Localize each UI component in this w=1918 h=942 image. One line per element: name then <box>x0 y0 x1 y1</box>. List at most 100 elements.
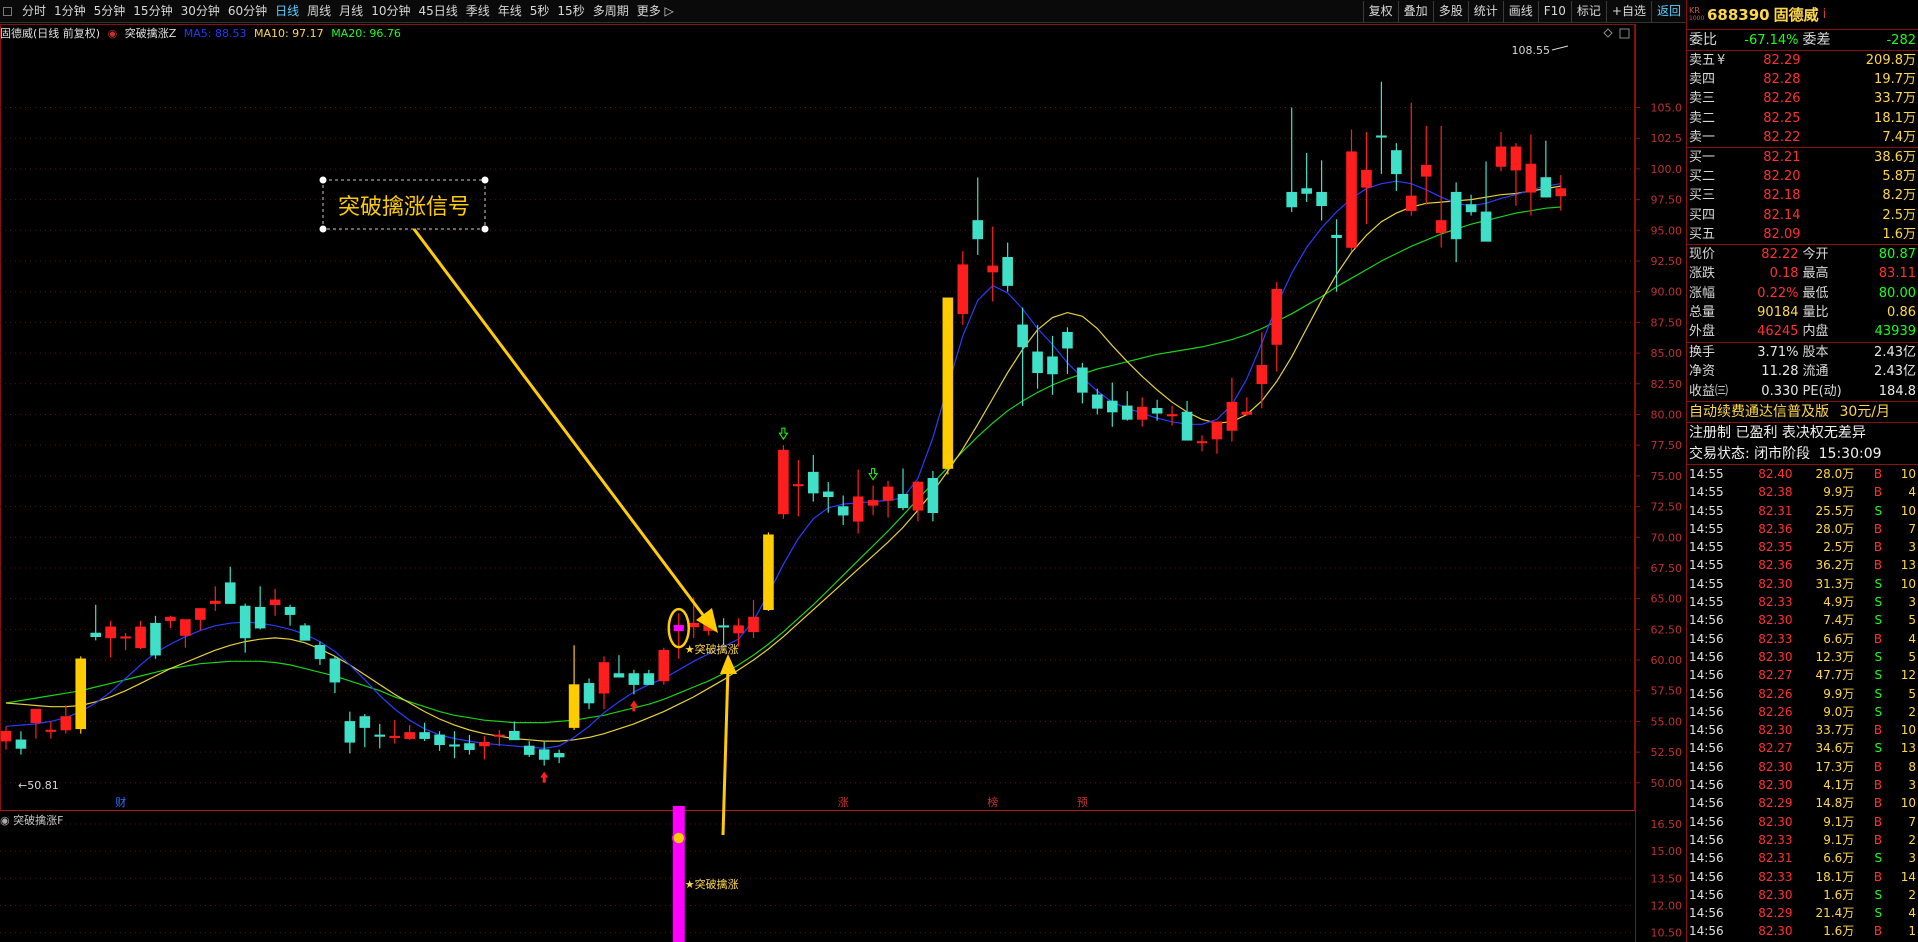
candle-body[interactable] <box>523 745 535 755</box>
candle-body[interactable] <box>763 534 774 610</box>
candle-body[interactable] <box>987 265 999 273</box>
candle-body[interactable] <box>942 297 954 469</box>
candle-body[interactable] <box>105 626 116 639</box>
sub-formula-icon[interactable]: ◉ <box>0 814 10 827</box>
candle-body[interactable] <box>239 605 251 639</box>
tab-period-14[interactable]: 15秒 <box>553 0 588 23</box>
tick-row[interactable]: 14:56 82.30 17.3万 B 8 <box>1687 758 1918 776</box>
event-marker[interactable]: 涨 <box>838 796 849 809</box>
tab-period-1[interactable]: 1分钟 <box>50 0 90 23</box>
candle-body[interactable] <box>1540 177 1552 198</box>
candle-body[interactable] <box>0 730 12 742</box>
tick-row[interactable]: 14:55 82.30 31.3万 S 10 <box>1687 575 1918 593</box>
candle-body[interactable] <box>1166 414 1178 417</box>
candle-body[interactable] <box>224 582 236 604</box>
tick-row[interactable]: 14:55 82.36 28.0万 B 7 <box>1687 520 1918 538</box>
candle-body[interactable] <box>419 732 430 739</box>
tick-row[interactable]: 14:56 82.30 4.1万 B 3 <box>1687 776 1918 794</box>
candle-body[interactable] <box>180 619 191 636</box>
candle-body[interactable] <box>314 644 326 660</box>
candle-body[interactable] <box>1151 408 1163 414</box>
candle-body[interactable] <box>643 673 655 685</box>
candle-body[interactable] <box>1480 211 1492 242</box>
candle-body[interactable] <box>1555 188 1567 197</box>
info-icon[interactable]: i <box>1823 7 1827 22</box>
toolbar-button-6[interactable]: 标记 <box>1570 1 1606 22</box>
candle-body[interactable] <box>195 608 206 620</box>
candle-body[interactable] <box>1241 411 1253 415</box>
candle-body[interactable] <box>568 684 580 728</box>
tab-period-15[interactable]: 多周期 <box>589 0 633 23</box>
candle-body[interactable] <box>837 506 849 516</box>
candle-body[interactable] <box>508 730 520 741</box>
tab-period-12[interactable]: 年线 <box>494 0 526 23</box>
tab-period-2[interactable]: 5分钟 <box>90 0 130 23</box>
tick-row[interactable]: 14:56 82.30 7.4万 S 5 <box>1687 611 1918 629</box>
candle-body[interactable] <box>1435 220 1447 234</box>
tab-period-11[interactable]: 季线 <box>462 0 494 23</box>
promo-text[interactable]: 自动续费通达信普及版 <box>1689 404 1829 420</box>
candle-body[interactable] <box>1211 421 1223 440</box>
tick-row[interactable]: 14:56 82.26 9.0万 S 2 <box>1687 703 1918 721</box>
bid-row[interactable]: 买三 82.18 8.2万 <box>1687 186 1918 205</box>
candle-body[interactable] <box>1017 324 1028 348</box>
candle-body[interactable] <box>299 625 311 641</box>
candle-body[interactable] <box>957 264 969 315</box>
ask-row[interactable]: 卖五 ¥ 82.29 209.8万 <box>1687 51 1918 70</box>
bid-row[interactable]: 买四 82.14 2.5万 <box>1687 206 1918 225</box>
candle-body[interactable] <box>628 673 640 685</box>
tick-row[interactable]: 14:56 82.33 18.1万 B 14 <box>1687 868 1918 886</box>
tick-row[interactable]: 14:56 82.29 21.4万 S 4 <box>1687 904 1918 922</box>
candle-body[interactable] <box>1525 163 1537 193</box>
tab-period-5[interactable]: 60分钟 <box>224 0 271 23</box>
formula-dropdown-icon[interactable]: ◉ <box>108 27 118 40</box>
toolbar-button-4[interactable]: 画线 <box>1502 1 1538 22</box>
toolbar-button-8[interactable]: 返回 <box>1650 1 1686 22</box>
candle-body[interactable] <box>583 683 595 704</box>
candle-body[interactable] <box>135 626 146 649</box>
tick-row[interactable]: 14:56 82.30 1.6万 B 1 <box>1687 922 1918 940</box>
candle-body[interactable] <box>165 616 176 622</box>
toolbar-button-7[interactable]: +自选 <box>1605 1 1651 22</box>
candle-body[interactable] <box>1032 351 1043 374</box>
tick-row[interactable]: 14:56 82.33 6.6万 B 4 <box>1687 630 1918 648</box>
candle-body[interactable] <box>464 743 475 750</box>
candle-body[interactable] <box>553 753 565 758</box>
tick-row[interactable]: 14:56 82.30 9.1万 B 7 <box>1687 813 1918 831</box>
candle-body[interactable] <box>1331 234 1342 238</box>
tick-row[interactable]: 14:55 82.31 25.5万 S 10 <box>1687 502 1918 520</box>
ask-row[interactable]: 卖三 82.26 33.7万 <box>1687 89 1918 108</box>
tab-period-9[interactable]: 10分钟 <box>367 0 414 23</box>
candle-body[interactable] <box>1406 195 1417 211</box>
chart-settings-icon[interactable] <box>1619 28 1630 39</box>
candle-body[interactable] <box>1286 191 1297 208</box>
candle-body[interactable] <box>778 449 789 515</box>
chart-diamond-icon[interactable] <box>1603 28 1613 38</box>
candle-body[interactable] <box>882 486 894 501</box>
annotation-handle[interactable] <box>481 176 489 184</box>
ask-row[interactable]: 卖一 82.22 7.4万 <box>1687 128 1918 147</box>
candle-body[interactable] <box>852 496 864 522</box>
candle-body[interactable] <box>912 481 924 511</box>
tick-row[interactable]: 14:55 82.40 28.0万 B 10 <box>1687 465 1918 483</box>
candle-body[interactable] <box>389 735 401 738</box>
candle-body[interactable] <box>1226 401 1238 431</box>
tab-period-7[interactable]: 周线 <box>303 0 335 23</box>
candle-body[interactable] <box>434 734 445 746</box>
tick-row[interactable]: 14:55 82.35 2.5万 B 3 <box>1687 538 1918 556</box>
event-marker[interactable]: 财 <box>115 795 126 809</box>
toolbar-button-0[interactable]: 复权 <box>1362 1 1398 22</box>
tick-row[interactable]: 14:55 82.36 36.2万 B 13 <box>1687 556 1918 574</box>
toolbar-button-1[interactable]: 叠加 <box>1397 1 1433 22</box>
candle-body[interactable] <box>1256 365 1268 385</box>
candle-body[interactable] <box>269 599 281 606</box>
annotation-handle[interactable] <box>481 225 489 233</box>
candle-body[interactable] <box>688 622 700 628</box>
candle-body[interactable] <box>1271 288 1283 345</box>
tab-period-13[interactable]: 5秒 <box>526 0 554 23</box>
ask-row[interactable]: 卖二 82.25 18.1万 <box>1687 109 1918 128</box>
candle-body[interactable] <box>120 636 131 639</box>
candle-body[interactable] <box>793 484 804 487</box>
candle-body[interactable] <box>374 734 386 737</box>
bid-row[interactable]: 买二 82.20 5.8万 <box>1687 167 1918 186</box>
